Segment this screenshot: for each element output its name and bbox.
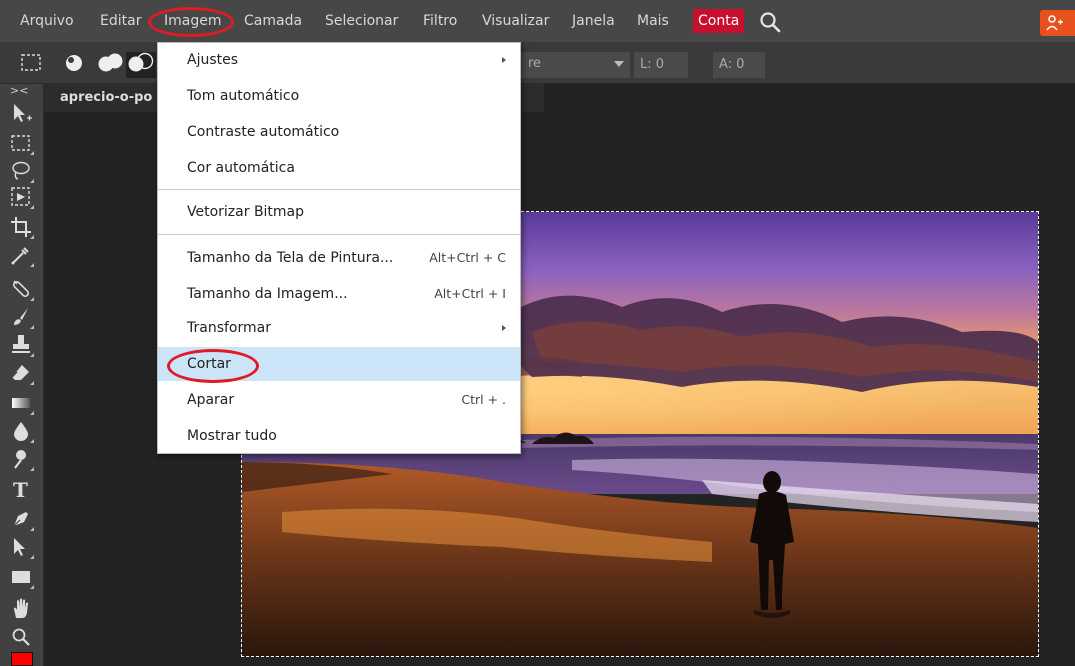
search-icon[interactable] bbox=[758, 10, 782, 34]
menu-item-label: Vetorizar Bitmap bbox=[187, 204, 305, 220]
menu-item-label: Contraste automático bbox=[187, 124, 340, 140]
pen-icon[interactable] bbox=[8, 506, 34, 532]
menu-separator bbox=[158, 234, 520, 235]
dodge-icon[interactable] bbox=[8, 446, 34, 472]
menu-arquivo[interactable]: Arquivo bbox=[20, 9, 74, 33]
menu-item-label: Tom automático bbox=[187, 88, 300, 104]
move-icon[interactable] bbox=[8, 100, 34, 126]
menu-item-label: Aparar bbox=[187, 392, 235, 408]
menu-item-transformar[interactable]: Transformar bbox=[158, 311, 520, 345]
menu-item-shortcut: Ctrl + . bbox=[461, 392, 506, 407]
menu-mais[interactable]: Mais bbox=[637, 9, 669, 33]
menu-imagem[interactable]: Imagem bbox=[164, 9, 221, 33]
foreground-color-swatch[interactable] bbox=[11, 652, 33, 666]
menu-item-shortcut: Alt+Ctrl + I bbox=[434, 286, 506, 301]
healing-icon[interactable] bbox=[8, 276, 34, 302]
menu-separator bbox=[158, 189, 520, 190]
marquee-option-icon[interactable] bbox=[20, 52, 44, 78]
menu-item-label: Tamanho da Tela de Pintura... bbox=[187, 250, 394, 266]
hand-icon[interactable] bbox=[8, 596, 34, 622]
menu-item-cor-automatica[interactable]: Cor automática bbox=[158, 151, 520, 185]
stamp-icon[interactable] bbox=[8, 332, 34, 358]
menu-camada[interactable]: Camada bbox=[244, 9, 302, 33]
menu-item-label: Mostrar tudo bbox=[187, 428, 277, 444]
shape-icon[interactable] bbox=[8, 564, 34, 590]
mode-value: re bbox=[528, 56, 542, 71]
menu-item-shortcut: Alt+Ctrl + C bbox=[429, 250, 506, 265]
dropdown-arrow-icon bbox=[614, 61, 624, 67]
imagem-menu-dropdown: Ajustes Tom automático Contraste automát… bbox=[157, 42, 521, 454]
crop-icon[interactable] bbox=[8, 214, 34, 240]
menu-janela[interactable]: Janela bbox=[572, 9, 615, 33]
menu-item-label: Cortar bbox=[187, 356, 231, 372]
magic-wand-icon[interactable] bbox=[8, 184, 34, 210]
eyedropper-icon[interactable] bbox=[8, 242, 34, 268]
document-tab[interactable]: aprecio-o-po bbox=[60, 90, 152, 105]
menu-item-vetorizar-bitmap[interactable]: Vetorizar Bitmap bbox=[158, 195, 520, 229]
menu-item-tom-automatico[interactable]: Tom automático bbox=[158, 79, 520, 113]
blur-icon[interactable] bbox=[8, 418, 34, 444]
add-selection-icon[interactable] bbox=[96, 52, 126, 78]
menu-item-label: Ajustes bbox=[187, 52, 239, 68]
submenu-arrow-icon bbox=[502, 57, 506, 63]
menu-bar: Arquivo Editar Imagem Camada Selecionar … bbox=[0, 0, 1075, 42]
menu-item-tamanho-tela[interactable]: Tamanho da Tela de Pintura... Alt+Ctrl +… bbox=[158, 241, 520, 275]
subtract-selection-icon[interactable] bbox=[126, 52, 156, 78]
menu-item-aparar[interactable]: Aparar Ctrl + . bbox=[158, 383, 520, 417]
gradient-icon[interactable] bbox=[8, 390, 34, 416]
menu-item-label: Cor automática bbox=[187, 160, 295, 176]
text-icon[interactable]: T bbox=[8, 476, 34, 502]
menu-visualizar[interactable]: Visualizar bbox=[482, 9, 549, 33]
new-selection-icon[interactable] bbox=[62, 52, 86, 78]
menu-filtro[interactable]: Filtro bbox=[423, 9, 457, 33]
collapse-toolbar-button[interactable]: >< bbox=[10, 84, 28, 97]
zoom-icon[interactable] bbox=[8, 624, 34, 650]
eraser-icon[interactable] bbox=[8, 360, 34, 386]
width-field[interactable]: L: 0 bbox=[634, 52, 688, 78]
menu-item-cortar[interactable]: Cortar bbox=[158, 347, 520, 381]
menu-conta[interactable]: Conta bbox=[693, 9, 745, 33]
height-field[interactable]: A: 0 bbox=[713, 52, 765, 78]
mode-dropdown[interactable]: re bbox=[520, 52, 630, 78]
path-select-icon[interactable] bbox=[8, 534, 34, 560]
menu-item-tamanho-imagem[interactable]: Tamanho da Imagem... Alt+Ctrl + I bbox=[158, 277, 520, 311]
menu-item-label: Tamanho da Imagem... bbox=[187, 286, 348, 302]
svg-text:T: T bbox=[13, 478, 28, 502]
tool-panel: >< T bbox=[0, 84, 44, 666]
menu-item-contraste-automatico[interactable]: Contraste automático bbox=[158, 115, 520, 149]
menu-item-mostrar-tudo[interactable]: Mostrar tudo bbox=[158, 419, 520, 453]
submenu-arrow-icon bbox=[502, 325, 506, 331]
user-icon[interactable] bbox=[1040, 10, 1075, 36]
marquee-icon[interactable] bbox=[8, 130, 34, 156]
lasso-icon[interactable] bbox=[8, 158, 34, 184]
menu-item-ajustes[interactable]: Ajustes bbox=[158, 43, 520, 77]
menu-selecionar[interactable]: Selecionar bbox=[325, 9, 398, 33]
menu-item-label: Transformar bbox=[187, 320, 271, 336]
menu-editar[interactable]: Editar bbox=[100, 9, 141, 33]
brush-icon[interactable] bbox=[8, 304, 34, 330]
